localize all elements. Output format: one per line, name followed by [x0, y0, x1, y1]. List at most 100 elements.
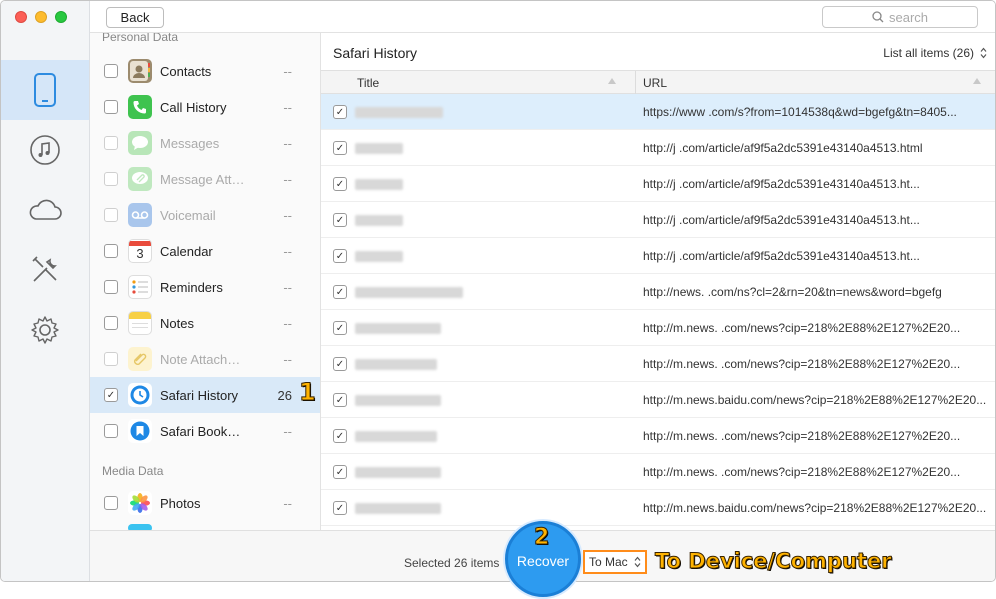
category-call-history[interactable]: Call History --: [90, 89, 320, 125]
category-message-attachments: Message Att… --: [90, 161, 320, 197]
category-label: Safari Book…: [160, 423, 241, 439]
row-checkbox[interactable]: ✓: [333, 249, 347, 263]
photos-icon: [128, 491, 152, 515]
category-label: Reminders: [160, 279, 223, 295]
category-count: --: [283, 99, 292, 115]
category-note-attachments: Note Attach… --: [90, 341, 320, 377]
row-url: http://m.news. .com/news?cip=218%2E88%2E…: [643, 429, 961, 443]
table-row[interactable]: ✓ http://m.news. .com/news?cip=218%2E88%2…: [321, 418, 995, 454]
column-divider: [635, 71, 636, 94]
row-url: http://m.news. .com/news?cip=218%2E88%2E…: [643, 465, 961, 479]
table-row[interactable]: ✓ http://news. .com/ns?cl=2&rn=20&tn=news…: [321, 274, 995, 310]
table-row[interactable]: ✓ http://j .com/article/af9f5a2dc5391e431…: [321, 166, 995, 202]
minimize-window-button[interactable]: [35, 11, 47, 23]
row-url: http://m.news. .com/news?cip=218%2E88%2E…: [643, 321, 961, 335]
row-checkbox[interactable]: ✓: [333, 501, 347, 515]
row-checkbox[interactable]: ✓: [333, 285, 347, 299]
rail-icloud-button[interactable]: [1, 180, 89, 240]
rail-settings-button[interactable]: [1, 300, 89, 360]
table-row[interactable]: ✓ http://j .com/article/af9f5a2dc5391e431…: [321, 238, 995, 274]
category-photos[interactable]: Photos --: [90, 485, 320, 521]
checkbox[interactable]: [104, 244, 118, 258]
category-safari-bookmarks[interactable]: Safari Book… --: [90, 413, 320, 449]
category-label: Calendar: [160, 243, 213, 259]
destination-select[interactable]: To Mac: [583, 550, 647, 574]
category-count: --: [283, 423, 292, 439]
checkbox[interactable]: [104, 100, 118, 114]
checkbox[interactable]: [104, 424, 118, 438]
search-input[interactable]: search: [822, 6, 978, 28]
table-row[interactable]: ✓ http://j .com/article/af9f5a2dc5391e431…: [321, 202, 995, 238]
category-messages: Messages --: [90, 125, 320, 161]
checkbox[interactable]: [104, 64, 118, 78]
list-filter-dropdown[interactable]: List all items (26): [883, 46, 987, 60]
table-row[interactable]: ✓ http://m.news. .com/news?cip=218%2E88%2…: [321, 346, 995, 382]
search-icon: [872, 11, 884, 23]
row-checkbox[interactable]: ✓: [333, 177, 347, 191]
column-url[interactable]: URL: [643, 76, 667, 90]
row-checkbox[interactable]: ✓: [333, 321, 347, 335]
row-checkbox[interactable]: ✓: [333, 141, 347, 155]
step-1-annotation: 1: [299, 378, 317, 407]
row-checkbox[interactable]: ✓: [333, 465, 347, 479]
redacted-title: [355, 467, 441, 478]
step-2-annotation: 2: [533, 525, 550, 551]
checkbox: [104, 136, 118, 150]
phone-icon: [34, 73, 56, 107]
row-url: https://www .com/s?from=1014538q&wd=bgef…: [643, 105, 957, 119]
content-title: Safari History: [333, 45, 418, 61]
row-url: http://j .com/article/af9f5a2dc5391e4314…: [643, 141, 923, 155]
redacted-title: [355, 251, 403, 262]
table-row[interactable]: ✓ http://m.news. .com/news?cip=218%2E88%2…: [321, 310, 995, 346]
checkbox[interactable]: [104, 280, 118, 294]
content-pane: Safari History List all items (26) Title…: [321, 33, 995, 530]
category-notes[interactable]: Notes --: [90, 305, 320, 341]
checkbox-checked[interactable]: ✓: [104, 388, 118, 402]
category-count: --: [283, 63, 292, 79]
row-checkbox[interactable]: ✓: [333, 429, 347, 443]
rail-device-button[interactable]: [1, 60, 89, 120]
checkbox[interactable]: [104, 496, 118, 510]
close-window-button[interactable]: [15, 11, 27, 23]
row-checkbox[interactable]: ✓: [333, 357, 347, 371]
back-button[interactable]: Back: [106, 7, 164, 28]
search-placeholder: search: [888, 9, 929, 25]
column-title[interactable]: Title: [357, 76, 379, 90]
rail-itunes-button[interactable]: [1, 120, 89, 180]
category-calendar[interactable]: 3 Calendar --: [90, 233, 320, 269]
table-row[interactable]: ✓ https://www .com/s?from=1014538q&wd=bge…: [321, 94, 995, 130]
sort-arrow-icon[interactable]: [608, 78, 616, 84]
category-count: --: [283, 279, 292, 295]
checkbox: [104, 208, 118, 222]
category-safari-history[interactable]: ✓ Safari History 26: [90, 377, 320, 413]
table-row[interactable]: ✓ http://m.news.baidu.com/news?cip=218%2E…: [321, 490, 995, 526]
checkbox: [104, 352, 118, 366]
sort-arrow-icon[interactable]: [973, 78, 981, 84]
category-reminders[interactable]: Reminders --: [90, 269, 320, 305]
section-media-data: Media Data: [102, 464, 164, 478]
category-count: --: [283, 171, 292, 187]
table-row[interactable]: ✓ http://j .com/article/af9f5a2dc5391e431…: [321, 130, 995, 166]
category-contacts[interactable]: Contacts --: [90, 53, 320, 89]
rail-tools-button[interactable]: [1, 240, 89, 300]
redacted-title: [355, 287, 463, 298]
checkbox[interactable]: [104, 316, 118, 330]
category-label: Photos: [160, 495, 201, 511]
contacts-icon: [128, 59, 152, 83]
app-window: Back search Personal Data Contacts -- Ca…: [0, 0, 996, 582]
checkbox: [104, 172, 118, 186]
tools-icon: [32, 256, 57, 282]
row-checkbox[interactable]: ✓: [333, 393, 347, 407]
row-checkbox[interactable]: ✓: [333, 105, 347, 119]
redacted-title: [355, 323, 441, 334]
row-checkbox[interactable]: ✓: [333, 213, 347, 227]
category-label: Call History: [160, 99, 227, 115]
row-url: http://j .com/article/af9f5a2dc5391e4314…: [643, 177, 920, 191]
category-count: 26: [277, 387, 292, 403]
table-row[interactable]: ✓ http://m.news.baidu.com/news?cip=218%2E…: [321, 382, 995, 418]
zoom-window-button[interactable]: [55, 11, 67, 23]
table-row[interactable]: ✓ http://m.news. .com/news?cip=218%2E88%2…: [321, 454, 995, 490]
row-url: http://j .com/article/af9f5a2dc5391e4314…: [643, 249, 920, 263]
category-voicemail: Voicemail --: [90, 197, 320, 233]
category-count: --: [283, 243, 292, 259]
